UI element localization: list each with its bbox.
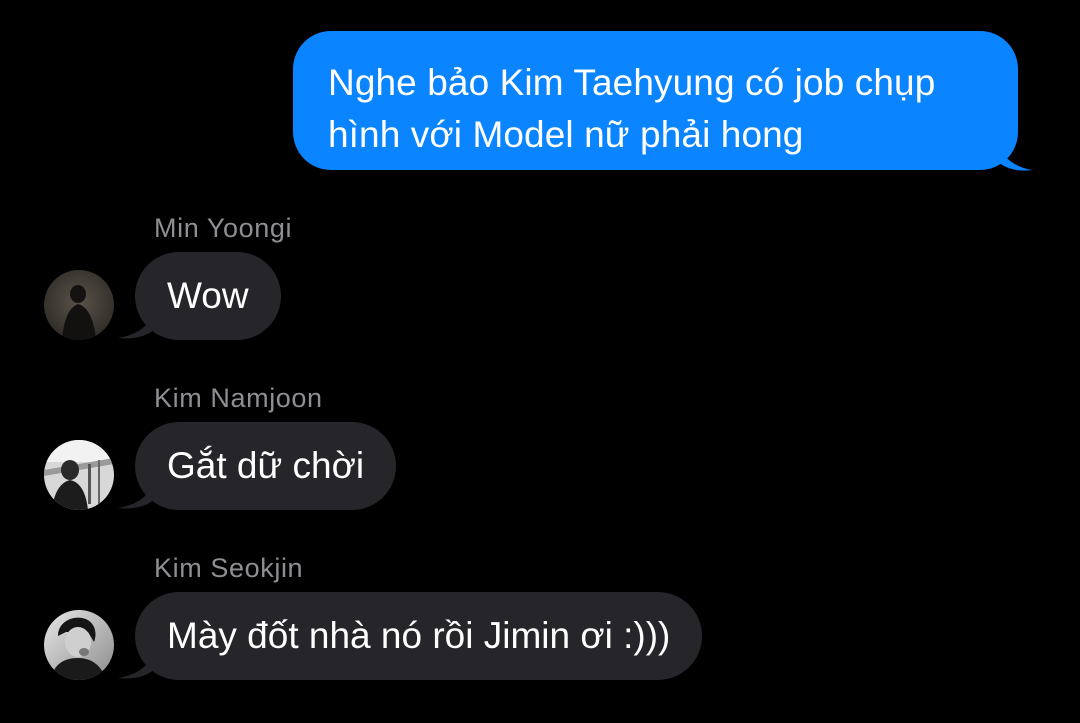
outgoing-message-bubble[interactable]: Nghe bảo Kim Taehyung có job chụp hình v… (293, 31, 1018, 170)
incoming-message-bubble[interactable]: Mày đốt nhà nó rồi Jimin ơi :))) (135, 592, 703, 680)
sender-name: Kim Namjoon (154, 383, 323, 413)
sender-name: Kim Seokjin (154, 553, 304, 583)
outgoing-message-line: Nghe bảo Kim Taehyung có job chụp (328, 62, 936, 103)
avatar-kim-namjoon[interactable] (44, 440, 114, 510)
outgoing-bubble-tail (996, 136, 1032, 171)
incoming-message-bubble[interactable]: Gắt dữ chời (135, 422, 397, 510)
message-thread: Nghe bảo Kim Taehyung có job chụp hình v… (0, 0, 1080, 723)
message-text: Mày đốt nhà nó rồi Jimin ơi :))) (167, 615, 671, 656)
avatar-kim-seokjin[interactable] (44, 610, 114, 680)
avatar-photo-icon (44, 270, 114, 340)
message-text: Wow (167, 275, 249, 316)
incoming-message-bubble[interactable]: Wow (135, 252, 281, 340)
sender-name: Min Yoongi (154, 213, 293, 243)
outgoing-message-line: hình với Model nữ phải hong (328, 114, 804, 155)
avatar-photo-icon (44, 440, 114, 510)
avatar-photo-icon (44, 610, 114, 680)
avatar-min-yoongi[interactable] (44, 270, 114, 340)
message-text: Gắt dữ chời (167, 445, 365, 486)
